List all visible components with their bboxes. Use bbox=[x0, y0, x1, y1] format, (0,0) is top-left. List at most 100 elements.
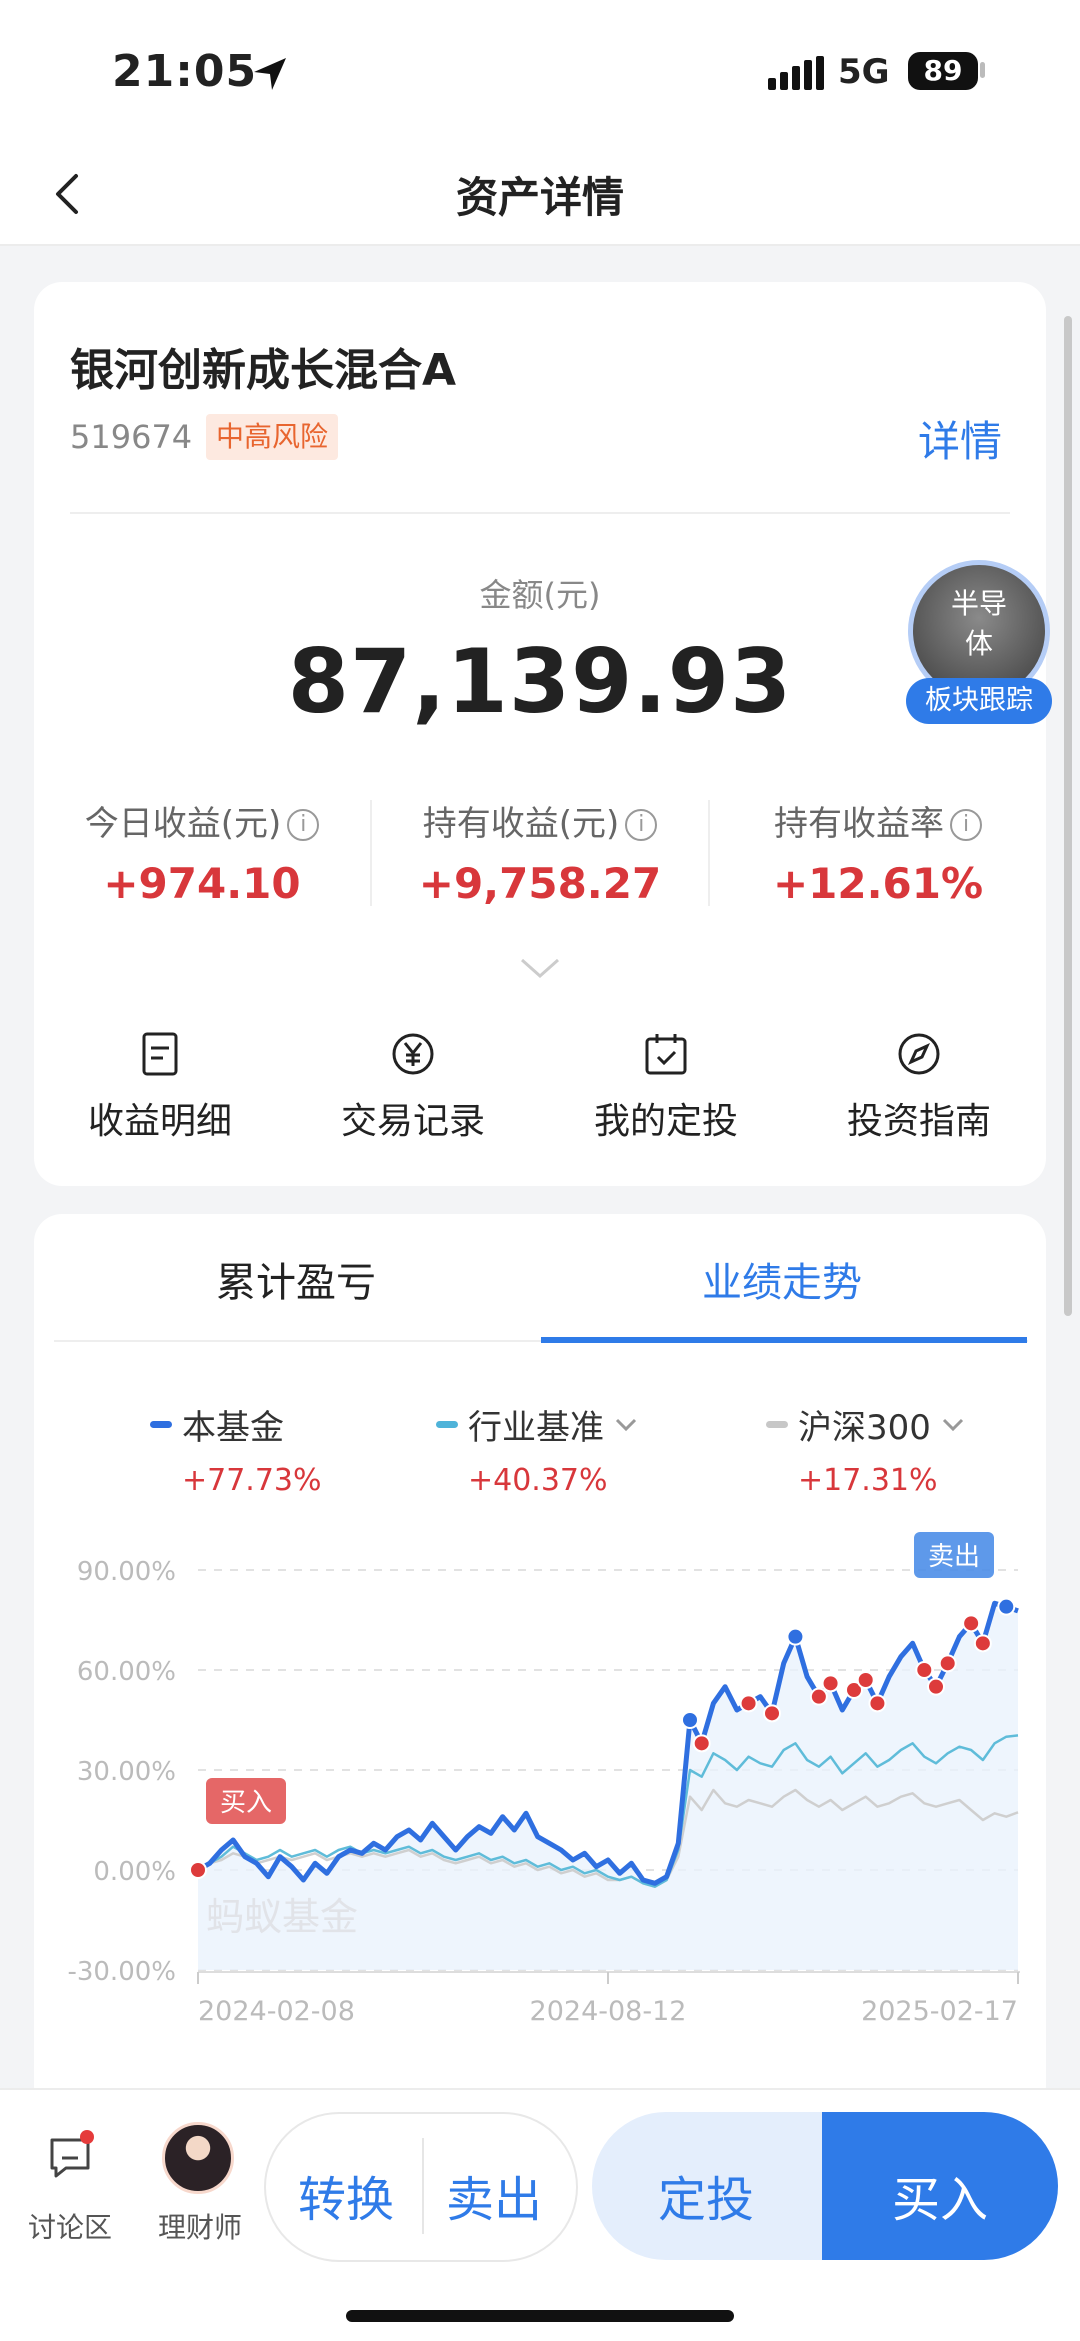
battery-level: 89 bbox=[923, 54, 963, 87]
tab-active-indicator bbox=[541, 1337, 1027, 1343]
info-icon[interactable]: i bbox=[287, 809, 320, 841]
status-bar: 21:05 5G 89 bbox=[0, 0, 1080, 150]
yen-icon bbox=[392, 1033, 434, 1075]
legend-label: 沪深300 bbox=[798, 1408, 931, 1448]
trade-marker-red bbox=[739, 1694, 758, 1713]
button-divider bbox=[422, 2138, 424, 2234]
stat-value: +9,758.27 bbox=[418, 859, 662, 908]
trade-marker-red bbox=[692, 1734, 711, 1753]
divider bbox=[70, 512, 1010, 514]
risk-badge: 中高风险 bbox=[206, 414, 339, 460]
advisor-label[interactable]: 理财师 bbox=[140, 2206, 260, 2246]
legend-swatch bbox=[766, 1421, 788, 1428]
x-tick-label: 2025-02-17 bbox=[861, 1996, 1018, 2027]
stat-label: 持有收益(元) bbox=[422, 804, 620, 844]
trade-marker-red bbox=[962, 1614, 981, 1633]
stat-holding: 持有收益(元) i +9,758.27 bbox=[390, 796, 690, 908]
stat-value: +974.10 bbox=[103, 859, 301, 908]
trade-marker-red bbox=[915, 1661, 934, 1679]
stat-rate: 持有收益率 i +12.61% bbox=[728, 796, 1028, 908]
advisor-avatar[interactable] bbox=[162, 2122, 234, 2194]
network-type: 5G bbox=[838, 52, 890, 92]
y-tick-label: 30.00% bbox=[77, 1757, 176, 1787]
expand-chevron-icon[interactable] bbox=[518, 956, 562, 980]
trade-marker-red bbox=[856, 1671, 875, 1689]
nav-bar: 资产详情 bbox=[0, 150, 1080, 246]
chevron-down-icon bbox=[942, 1418, 963, 1431]
calendar-icon bbox=[645, 1034, 687, 1075]
sector-name: 半导体 bbox=[950, 587, 1007, 660]
home-indicator bbox=[346, 2310, 734, 2322]
info-icon[interactable]: i bbox=[950, 809, 982, 841]
sector-tracking-widget[interactable]: 半导体 板块跟踪 bbox=[904, 560, 1054, 724]
sell-button[interactable]: 卖出 bbox=[446, 2160, 542, 2230]
status-time: 21:05 bbox=[112, 46, 258, 97]
convert-button[interactable]: 转换 bbox=[298, 2160, 394, 2230]
legend-hs300[interactable]: 沪深300 +17.31% bbox=[766, 1400, 965, 1498]
y-tick-label: -30.00% bbox=[67, 1957, 176, 1987]
detail-link[interactable]: 详情 bbox=[918, 408, 1002, 469]
trade-marker-red bbox=[821, 1674, 840, 1693]
action-label: 我的定投 bbox=[593, 1101, 738, 1142]
trade-marker-blue bbox=[681, 1711, 699, 1729]
action-trade-record[interactable]: 交易记录 bbox=[313, 1030, 513, 1144]
fund-name: 银河创新成长混合A bbox=[70, 345, 457, 396]
legend-swatch bbox=[150, 1421, 172, 1428]
legend-value: +17.31% bbox=[798, 1463, 938, 1498]
location-arrow-icon bbox=[254, 58, 286, 90]
info-icon[interactable]: i bbox=[625, 809, 658, 841]
notification-dot bbox=[80, 2130, 94, 2144]
action-invest-guide[interactable]: 投资指南 bbox=[819, 1030, 1019, 1144]
stat-label: 今日收益(元) bbox=[84, 804, 282, 844]
battery-icon: 89 bbox=[908, 52, 978, 90]
battery-cap bbox=[980, 62, 985, 78]
trade-marker-red bbox=[927, 1677, 945, 1696]
scrollbar[interactable] bbox=[1064, 316, 1072, 1316]
legend-label: 行业基准 bbox=[468, 1408, 604, 1448]
performance-chart[interactable]: 90.00% 60.00% 30.00% 0.00% -30.00% 2024-02-08… bbox=[30, 1520, 1050, 2040]
stat-today: 今日收益(元) i +974.10 bbox=[52, 796, 352, 908]
x-tick-label: 2024-02-08 bbox=[198, 1996, 355, 2027]
sector-tracking-badge[interactable]: 板块跟踪 bbox=[906, 678, 1052, 724]
stat-divider bbox=[708, 800, 710, 906]
buy-tag-label: 买入 bbox=[220, 1788, 272, 1818]
legend-label: 本基金 bbox=[182, 1408, 284, 1448]
legend-fund[interactable]: 本基金 +77.73% bbox=[150, 1400, 322, 1498]
buy-button[interactable]: 买入 bbox=[892, 2160, 988, 2230]
y-tick-label: 0.00% bbox=[93, 1857, 176, 1887]
y-tick-label: 90.00% bbox=[77, 1557, 176, 1587]
legend-swatch bbox=[436, 1421, 458, 1428]
action-label: 收益明细 bbox=[87, 1101, 232, 1142]
sell-tag-label: 卖出 bbox=[928, 1542, 980, 1572]
chart-watermark: 蚂蚁基金 bbox=[206, 1895, 358, 1939]
compass-icon bbox=[898, 1033, 940, 1075]
legend-value: +40.37% bbox=[468, 1463, 608, 1498]
page-title: 资产详情 bbox=[455, 173, 624, 222]
action-label: 交易记录 bbox=[340, 1101, 485, 1142]
trade-marker-red bbox=[868, 1694, 887, 1713]
document-icon bbox=[142, 1032, 178, 1076]
trade-marker-red bbox=[809, 1687, 828, 1706]
x-tick-label: 2024-08-12 bbox=[530, 1996, 687, 2027]
trade-marker-red bbox=[763, 1704, 781, 1723]
action-label: 投资指南 bbox=[846, 1101, 991, 1142]
fund-code: 519674 bbox=[70, 418, 193, 456]
stat-label: 持有收益率 bbox=[774, 804, 944, 844]
forum-label[interactable]: 讨论区 bbox=[10, 2206, 130, 2246]
chevron-down-icon bbox=[615, 1418, 637, 1431]
tab-performance[interactable]: 业绩走势 bbox=[622, 1250, 942, 1308]
action-income-detail[interactable]: 收益明细 bbox=[60, 1030, 260, 1144]
legend-value: +77.73% bbox=[182, 1463, 322, 1498]
signal-icon bbox=[768, 56, 824, 90]
trade-marker-blue bbox=[786, 1627, 805, 1646]
dingtou-button[interactable]: 定投 bbox=[658, 2160, 754, 2230]
legend-benchmark[interactable]: 行业基准 +40.37% bbox=[436, 1400, 638, 1498]
action-my-dingtou[interactable]: 我的定投 bbox=[566, 1030, 766, 1144]
trade-marker-red bbox=[189, 1861, 207, 1879]
y-tick-label: 60.00% bbox=[77, 1657, 176, 1687]
stat-value: +12.61% bbox=[772, 859, 984, 908]
tab-cumulative-pnl[interactable]: 累计盈亏 bbox=[136, 1250, 456, 1308]
trade-marker-red bbox=[973, 1634, 992, 1653]
trade-marker-blue bbox=[997, 1597, 1016, 1616]
stat-divider bbox=[370, 800, 372, 906]
